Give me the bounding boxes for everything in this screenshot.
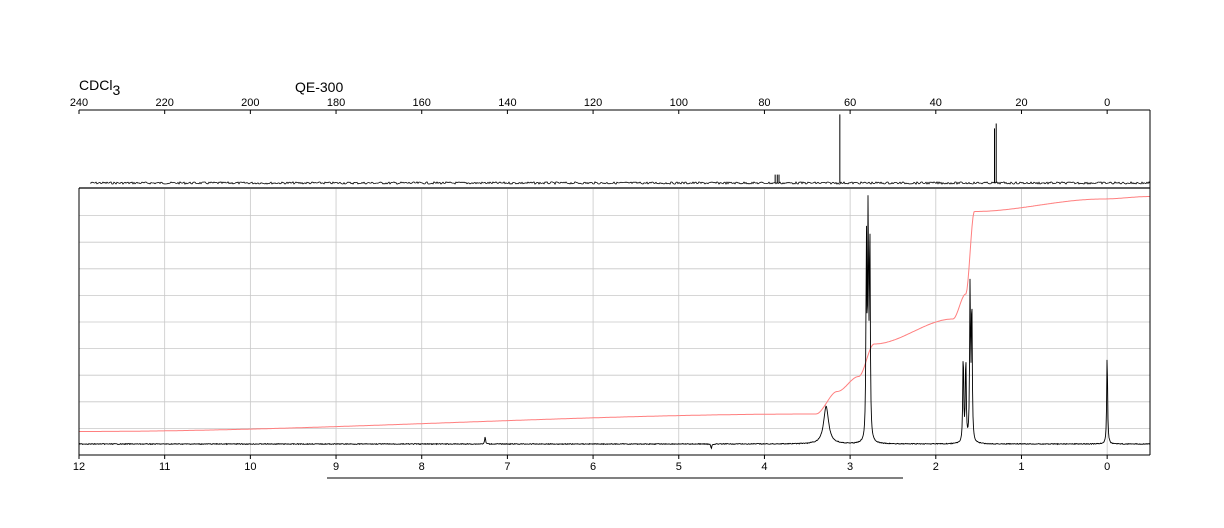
h1-tick-label: 12 [73, 461, 85, 473]
h1-tick-label: 4 [761, 461, 767, 473]
c13-tick-label: 40 [930, 97, 942, 109]
c13-tick-label: 220 [156, 97, 174, 109]
h1-tick-label: 8 [419, 461, 425, 473]
h1-tick-label: 9 [333, 461, 339, 473]
h1-tick-label: 1 [1018, 461, 1024, 473]
nmr-spectrum-figure: CDCl3 QE-300 240 220 200 180 160 140 120 100 80 6… [70, 77, 1151, 479]
h1-axis: 12 11 10 9 8 7 6 5 4 3 2 1 0 [73, 455, 1110, 479]
solvent-label: CDCl3 [79, 77, 120, 98]
h1-tick-label: 11 [159, 461, 170, 473]
h1-tick-label: 5 [676, 461, 682, 473]
c13-tick-label: 240 [70, 97, 88, 109]
c13-tick-label: 100 [670, 97, 688, 109]
solvent-base: CDCl [79, 77, 112, 93]
c13-tick-label: 20 [1015, 97, 1027, 109]
h1-tick-label: 0 [1104, 461, 1110, 473]
c13-spectrum [89, 114, 1151, 185]
h1-integral-curve [79, 196, 1150, 432]
c13-baseline [89, 181, 1151, 185]
integral-trace [79, 196, 1150, 432]
c13-tick-label: 200 [241, 97, 259, 109]
c13-tick-label: 80 [758, 97, 770, 109]
plot-frame [78, 109, 1151, 456]
h1-tick-label: 3 [847, 461, 853, 473]
c13-axis: 240 220 200 180 160 140 120 100 80 60 40 20 0 [70, 97, 1110, 114]
h1-tick-label: 6 [590, 461, 596, 473]
instrument-label: QE-300 [295, 79, 343, 95]
c13-tick-label: 120 [584, 97, 602, 109]
c13-tick-label: 0 [1104, 97, 1110, 109]
h1-grid [78, 189, 1150, 455]
c13-tick-label: 160 [413, 97, 431, 109]
h1-tick-label: 10 [244, 461, 256, 473]
c13-tick-label: 180 [327, 97, 345, 109]
solvent-subscript: 3 [112, 82, 120, 98]
h1-tick-label: 2 [933, 461, 939, 473]
h1-tick-label: 7 [504, 461, 510, 473]
c13-tick-label: 60 [844, 97, 856, 109]
c13-tick-label: 140 [498, 97, 516, 109]
